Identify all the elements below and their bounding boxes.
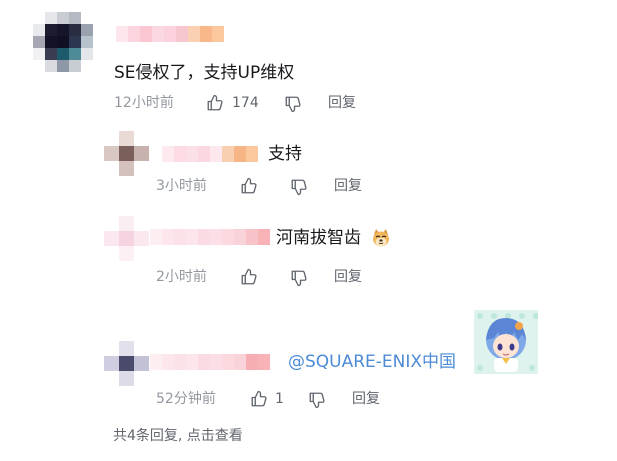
reply-text: 支持	[268, 144, 302, 164]
reply-button[interactable]: 回复	[352, 390, 380, 408]
thumb-up-icon[interactable]	[240, 177, 258, 195]
reply-username-blurred[interactable]	[150, 354, 270, 370]
reply-avatar[interactable]	[104, 341, 149, 386]
reply-avatar[interactable]	[104, 216, 149, 261]
comment-text: SE侵权了，支持UP维权	[114, 63, 295, 83]
reply-username-blurred[interactable]	[162, 146, 258, 162]
reply-button[interactable]: 回复	[328, 94, 356, 112]
username-blurred[interactable]	[116, 26, 224, 42]
thumb-up-icon[interactable]	[250, 390, 268, 408]
view-replies-link[interactable]: 共4条回复, 点击查看	[113, 427, 243, 445]
avatar[interactable]	[33, 12, 105, 72]
reply-avatar[interactable]	[104, 131, 149, 176]
reply-time: 2小时前	[156, 269, 207, 285]
reply-time: 52分钟前	[156, 391, 216, 407]
doge-emoji	[371, 228, 391, 248]
reply-button[interactable]: 回复	[334, 177, 362, 195]
reply-username-blurred[interactable]	[150, 229, 270, 245]
mention-link[interactable]: @SQUARE-ENIX中国	[288, 351, 456, 373]
reply-time: 3小时前	[156, 178, 207, 194]
reply-text: 河南拔智齿	[276, 228, 361, 248]
like-count: 1	[275, 391, 284, 407]
comment-time: 12小时前	[114, 95, 174, 111]
reply-button[interactable]: 回复	[334, 268, 362, 286]
thumb-down-icon[interactable]	[290, 269, 308, 287]
anime-sticker	[474, 310, 539, 374]
thumb-down-icon[interactable]	[290, 178, 308, 196]
thumb-up-icon[interactable]	[240, 268, 258, 286]
thumb-down-icon[interactable]	[284, 95, 302, 113]
like-count: 174	[232, 95, 259, 111]
thumb-up-icon[interactable]	[206, 94, 224, 112]
thumb-down-icon[interactable]	[308, 391, 326, 409]
